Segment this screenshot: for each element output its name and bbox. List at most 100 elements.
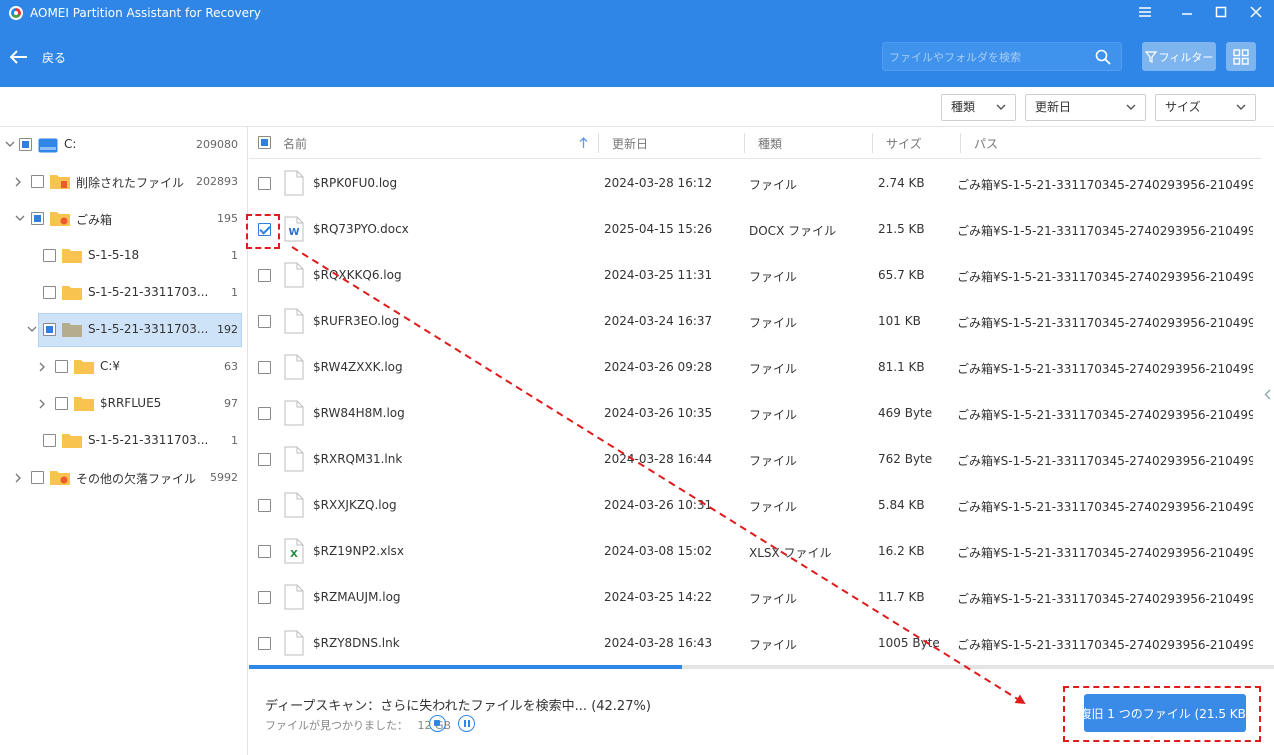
file-path: ごみ箱¥S-1-5-21-331170345-2740293956-210499… bbox=[957, 592, 1253, 606]
table-row[interactable]: $RW84H8M.log 2024-03-26 10:35 ファイル 469 Byte… bbox=[249, 391, 1261, 437]
minimize-icon[interactable] bbox=[1177, 4, 1197, 22]
search-input[interactable] bbox=[889, 48, 1089, 66]
file-path: ごみ箱¥S-1-5-21-331170345-2740293956-210499… bbox=[957, 500, 1253, 514]
tree-checkbox[interactable] bbox=[43, 434, 56, 447]
file-date: 2024-03-25 14:22 bbox=[604, 590, 713, 604]
chevron-right-icon[interactable] bbox=[39, 399, 46, 409]
row-checkbox[interactable] bbox=[258, 637, 271, 651]
chevron-right-icon[interactable] bbox=[15, 177, 22, 187]
column-divider[interactable] bbox=[744, 133, 745, 153]
size-dropdown[interactable]: サイズ bbox=[1155, 94, 1256, 121]
chevron-down-icon[interactable] bbox=[27, 326, 37, 333]
chevron-down-icon bbox=[1126, 104, 1136, 110]
chevron-right-icon[interactable] bbox=[39, 362, 46, 372]
tree-item-folder[interactable]: S-1-5-21-3311703... 1 bbox=[0, 275, 248, 311]
tree-item-label: 削除されたファイル bbox=[76, 176, 185, 190]
tree-checkbox[interactable] bbox=[43, 286, 56, 299]
stop-scan-button[interactable] bbox=[429, 715, 446, 732]
chevron-right-icon[interactable] bbox=[15, 473, 22, 483]
chevron-down-icon[interactable] bbox=[5, 141, 15, 148]
table-row[interactable]: $RXRQM31.lnk 2024-03-28 16:44 ファイル 762 Byte… bbox=[249, 437, 1261, 483]
table-row[interactable]: $RUFR3EO.log 2024-03-24 16:37 ファイル 101 KB ごみ… bbox=[249, 299, 1261, 345]
row-checkbox[interactable] bbox=[258, 361, 271, 375]
row-checkbox[interactable] bbox=[258, 269, 271, 283]
type-dropdown[interactable]: 種類 bbox=[941, 94, 1016, 121]
files-found-label: ファイルが見つかりました： bbox=[265, 719, 408, 732]
tree-item-label: ごみ箱 bbox=[76, 213, 113, 227]
tree-checkbox[interactable] bbox=[31, 471, 44, 484]
maximize-icon[interactable] bbox=[1211, 4, 1231, 22]
file-date: 2024-03-08 15:02 bbox=[604, 544, 713, 558]
view-toggle-button[interactable] bbox=[1226, 42, 1256, 71]
tree-checkbox[interactable] bbox=[43, 323, 56, 336]
tree-item-drive-c[interactable]: C: 209080 bbox=[0, 127, 248, 163]
back-button[interactable]: 戻る bbox=[10, 47, 66, 67]
row-checkbox[interactable] bbox=[258, 591, 271, 605]
row-checkbox[interactable] bbox=[258, 545, 271, 559]
column-divider[interactable] bbox=[872, 133, 873, 153]
table-row[interactable]: $RZMAUJM.log 2024-03-25 14:22 ファイル 11.7 KB ご… bbox=[249, 575, 1261, 621]
table-row[interactable]: $RW4ZXXK.log 2024-03-26 09:28 ファイル 81.1 KB ご… bbox=[249, 345, 1261, 391]
folder-icon bbox=[62, 434, 82, 448]
row-checkbox[interactable] bbox=[258, 499, 271, 513]
chevron-down-icon[interactable] bbox=[15, 215, 25, 222]
file-size: 16.2 KB bbox=[878, 544, 925, 558]
select-all-checkbox[interactable] bbox=[258, 136, 271, 149]
tree-item-folder[interactable]: S-1-5-21-3311703... 1 bbox=[0, 423, 248, 459]
file-size: 11.7 KB bbox=[878, 590, 925, 604]
file-icon bbox=[284, 446, 304, 475]
row-checkbox[interactable] bbox=[258, 407, 271, 421]
column-header-size[interactable]: サイズ bbox=[886, 135, 922, 152]
tree-item-recycle-bin[interactable]: ごみ箱 195 bbox=[0, 201, 248, 237]
row-checkbox[interactable] bbox=[258, 315, 271, 329]
tree-checkbox[interactable] bbox=[31, 212, 44, 225]
file-size: 2.74 KB bbox=[878, 176, 925, 190]
tree-item-folder[interactable]: S-1-5-18 1 bbox=[0, 238, 248, 274]
table-row[interactable]: X $RZ19NP2.xlsx 2024-03-08 15:02 XLSX ファイル 1… bbox=[249, 529, 1261, 575]
row-checkbox[interactable] bbox=[258, 177, 271, 191]
table-row[interactable]: W $RQ73PYO.docx 2025-04-15 15:26 DOCX ファイル 2… bbox=[249, 207, 1261, 253]
tree-checkbox[interactable] bbox=[55, 397, 68, 410]
filter-button[interactable]: フィルター bbox=[1142, 42, 1216, 71]
grid-view-icon bbox=[1233, 48, 1249, 65]
table-row[interactable]: $RZY8DNS.lnk 2024-03-28 16:43 ファイル 1005 Byt… bbox=[249, 621, 1261, 665]
table-row[interactable]: $RQXKKQ6.log 2024-03-25 11:31 ファイル 65.7 KB ご… bbox=[249, 253, 1261, 299]
tree-item-count: 192 bbox=[217, 323, 238, 336]
column-header-path[interactable]: パス bbox=[974, 135, 998, 152]
tree-checkbox[interactable] bbox=[55, 360, 68, 373]
tree-item-folder[interactable]: $RRFLUE5 97 bbox=[0, 386, 248, 422]
date-dropdown-label: 更新日 bbox=[1035, 100, 1072, 114]
table-row[interactable]: $RXXJKZQ.log 2024-03-26 10:31 ファイル 5.84 KB ご… bbox=[249, 483, 1261, 529]
excel-file-icon: X bbox=[284, 538, 304, 567]
column-header-name[interactable]: 名前 bbox=[283, 135, 307, 152]
file-icon bbox=[284, 584, 304, 613]
close-icon[interactable] bbox=[1246, 4, 1266, 22]
file-size: 469 Byte bbox=[878, 406, 933, 420]
menu-icon[interactable] bbox=[1135, 4, 1155, 22]
folder-icon bbox=[74, 360, 94, 374]
file-name: $RZ19NP2.xlsx bbox=[313, 544, 404, 558]
column-header-type[interactable]: 種類 bbox=[758, 135, 782, 152]
word-file-icon: W bbox=[284, 216, 304, 245]
row-checkbox[interactable] bbox=[258, 453, 271, 467]
tree-checkbox[interactable] bbox=[19, 138, 32, 151]
tree-item-deleted-files[interactable]: 削除されたファイル 202893 bbox=[0, 164, 248, 200]
search-icon[interactable] bbox=[1095, 49, 1111, 65]
column-header-date[interactable]: 更新日 bbox=[612, 135, 648, 152]
file-name: $RUFR3EO.log bbox=[313, 314, 400, 328]
column-divider[interactable] bbox=[598, 133, 599, 153]
pause-scan-button[interactable] bbox=[458, 715, 475, 732]
file-size: 1005 Byte bbox=[878, 636, 940, 650]
sort-ascending-icon[interactable] bbox=[579, 137, 588, 149]
tree-checkbox[interactable] bbox=[31, 175, 44, 188]
chevron-down-icon bbox=[1236, 104, 1246, 110]
table-row[interactable]: $RPK0FU0.log 2024-03-28 16:12 ファイル 2.74 KB ご… bbox=[249, 161, 1261, 207]
file-path: ごみ箱¥S-1-5-21-331170345-2740293956-210499… bbox=[957, 408, 1253, 422]
date-dropdown[interactable]: 更新日 bbox=[1025, 94, 1146, 121]
column-divider[interactable] bbox=[960, 133, 961, 153]
tree-item-other-missing-files[interactable]: その他の欠落ファイル 5992 bbox=[0, 460, 248, 496]
tree-checkbox[interactable] bbox=[43, 249, 56, 262]
tree-item-folder-selected[interactable]: S-1-5-21-3311703... 192 bbox=[0, 312, 248, 348]
chevron-left-icon[interactable] bbox=[1264, 389, 1271, 400]
tree-item-folder[interactable]: C:¥ 63 bbox=[0, 349, 248, 385]
